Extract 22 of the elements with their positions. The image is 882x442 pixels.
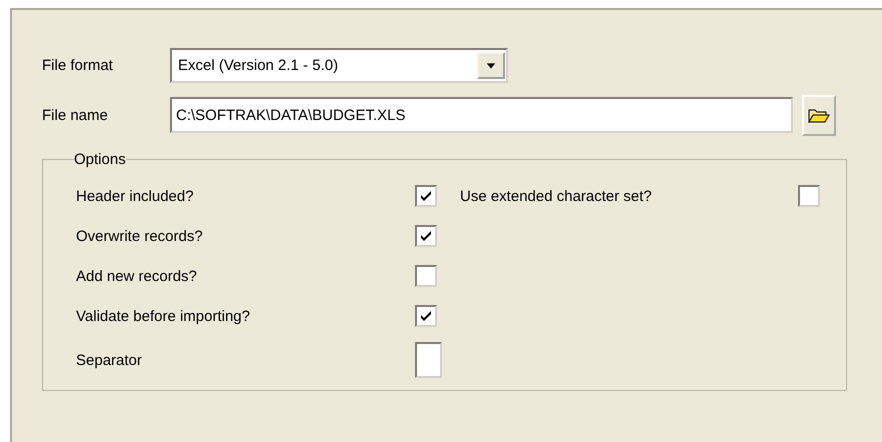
field-label: File name — [42, 106, 109, 124]
checkbox[interactable] — [415, 305, 437, 327]
checkbox[interactable] — [415, 225, 437, 247]
checkbox[interactable] — [798, 185, 820, 207]
checkmark-icon — [419, 229, 433, 243]
browse-button[interactable] — [802, 94, 836, 136]
checkbox[interactable] — [415, 265, 437, 287]
option-label: Separator — [76, 352, 143, 368]
option-label: Add new records? — [76, 268, 198, 284]
checkmark-icon — [419, 309, 433, 323]
field-label: File format — [42, 56, 114, 74]
option-label: Validate before importing? — [76, 308, 251, 324]
option-label: Overwrite records? — [76, 228, 204, 244]
file-name-field[interactable]: C:\SOFTRAK\DATA\BUDGET.XLS — [170, 97, 793, 133]
separator-field[interactable] — [415, 342, 442, 378]
option-label: Header included? — [76, 188, 195, 204]
group-title: Options — [74, 151, 126, 168]
checkbox[interactable] — [415, 185, 437, 207]
folder-icon — [808, 107, 830, 123]
format-dropdown[interactable]: Excel (Version 2.1 - 5.0) — [170, 48, 508, 82]
checkmark-icon — [419, 189, 433, 203]
option-label: Use extended character set? — [460, 188, 653, 204]
